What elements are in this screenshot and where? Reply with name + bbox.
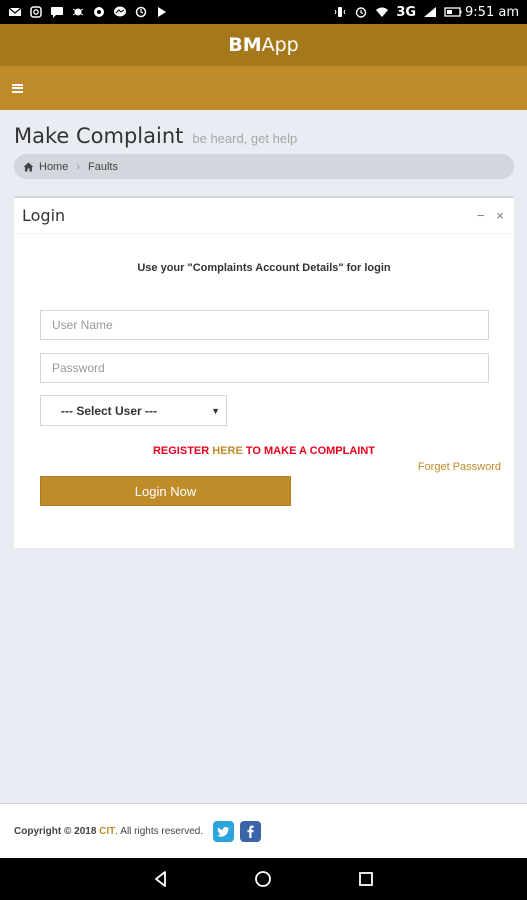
menu-bar xyxy=(0,66,527,110)
minimize-button[interactable]: − xyxy=(477,209,485,222)
hamburger-icon[interactable] xyxy=(12,83,23,93)
home-icon[interactable] xyxy=(23,162,34,172)
register-here-link[interactable]: HERE xyxy=(212,445,243,457)
login-box-header: Login − × xyxy=(14,198,514,234)
register-prompt: REGISTER HERE TO MAKE A COMPLAINT xyxy=(14,445,514,457)
wifi-icon xyxy=(375,6,389,18)
password-input[interactable] xyxy=(40,353,489,383)
alarm-icon xyxy=(354,6,368,18)
login-box-title: Login xyxy=(22,206,66,225)
page-subtitle: be heard, get help xyxy=(192,131,298,146)
forgot-password-link[interactable]: Forget Password xyxy=(418,461,501,473)
chat-icon xyxy=(50,6,64,18)
signal-icon xyxy=(423,6,437,18)
register-text-2: TO MAKE A COMPLAINT xyxy=(242,445,376,457)
app-title-bold: BM xyxy=(228,34,262,56)
app-title: BMApp xyxy=(228,34,299,56)
instagram-icon xyxy=(29,6,43,18)
app-title-rest: App xyxy=(261,34,299,56)
breadcrumb-current: Faults xyxy=(88,160,118,173)
select-user-dropdown[interactable]: --- Select User --- ▼ xyxy=(40,395,227,426)
page-title: Make Complaint xyxy=(14,124,184,148)
page-header: Make Complaint be heard, get help xyxy=(14,124,297,148)
facebook-icon[interactable] xyxy=(240,820,262,842)
battery-icon xyxy=(444,6,462,18)
app-title-bar: BMApp xyxy=(0,24,527,66)
close-button[interactable]: × xyxy=(496,209,504,222)
twitter-icon[interactable] xyxy=(213,820,235,842)
sync-icon xyxy=(134,6,148,18)
login-instructions: Use your "Complaints Account Details" fo… xyxy=(137,262,391,274)
chevron-down-icon: ▼ xyxy=(211,405,220,416)
messenger-icon xyxy=(113,6,127,18)
clock: 9:51 am xyxy=(465,4,519,20)
breadcrumb: Home › Faults xyxy=(14,154,514,179)
copyright-suffix: . All rights reserved. xyxy=(115,825,204,837)
register-text-1: REGISTER xyxy=(152,445,213,457)
android-nav-bar xyxy=(0,858,527,900)
breadcrumb-separator: › xyxy=(76,160,81,173)
social-links xyxy=(213,820,262,842)
box-tools: − × xyxy=(477,209,504,222)
bug-icon xyxy=(71,6,85,18)
username-input[interactable] xyxy=(40,310,489,340)
login-box: Login − × Use your "Complaints Account D… xyxy=(14,196,514,548)
back-icon[interactable] xyxy=(150,868,172,890)
select-user-value: --- Select User --- xyxy=(61,403,158,418)
mail-icon xyxy=(8,6,22,18)
copyright-text: Copyright © 2018 CIT. All rights reserve… xyxy=(14,826,203,837)
settings-icon xyxy=(92,6,106,18)
footer-brand-link[interactable]: CIT xyxy=(99,826,115,837)
status-bar: 3G 9:51 am xyxy=(0,0,527,24)
footer: Copyright © 2018 CIT. All rights reserve… xyxy=(0,803,527,858)
breadcrumb-home[interactable]: Home xyxy=(39,161,68,173)
play-store-icon xyxy=(155,6,169,18)
recents-icon[interactable] xyxy=(355,868,377,890)
vibrate-icon xyxy=(333,6,347,18)
home-nav-icon[interactable] xyxy=(252,868,274,890)
network-type: 3G xyxy=(396,4,417,20)
login-button[interactable]: Login Now xyxy=(40,476,291,506)
copyright-prefix: Copyright © 2018 xyxy=(14,825,100,837)
